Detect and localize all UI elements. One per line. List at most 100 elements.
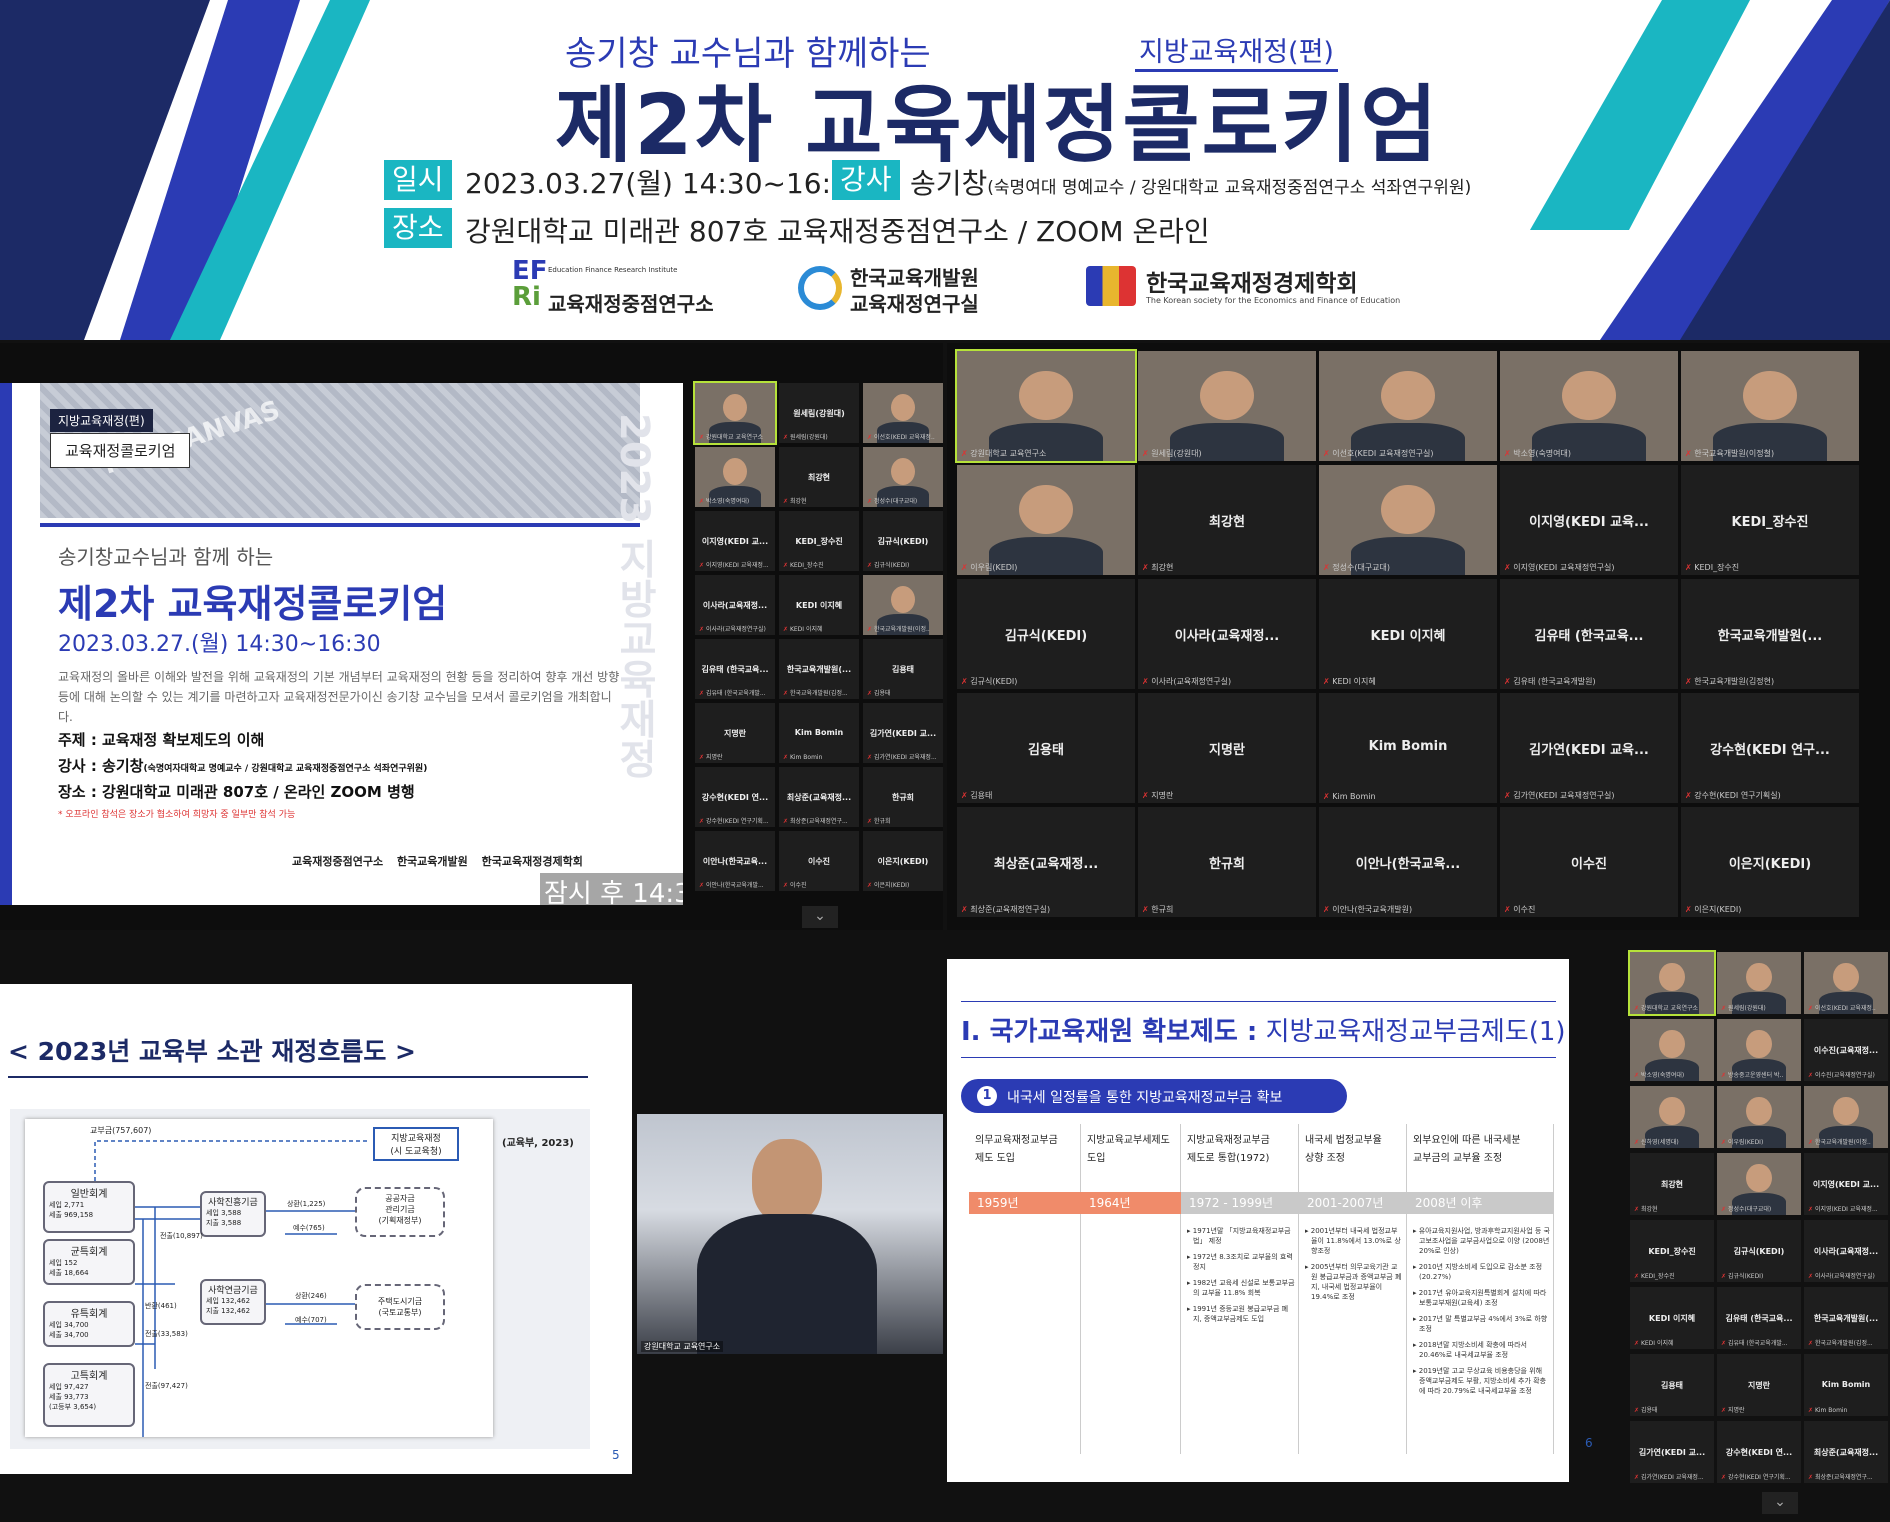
participant-tile[interactable]: 이지영(KEDI 교... 이지영(KEDI 교육재정... [1804,1153,1888,1215]
participant-name: 한규희 [1209,857,1245,873]
participant-tile[interactable]: 한국교육개발원(... 한국교육개발원(김정... [1804,1287,1888,1349]
participant-tile[interactable]: 한국교육개발원(... 한국교육개발원(김정... [779,639,859,699]
participant-tile[interactable]: 강원대학교 교육연구소 [955,349,1137,463]
participant-tile[interactable]: Kim Bomin Kim Bomin [779,703,859,763]
participant-video-face [723,393,747,421]
participant-tile[interactable]: 최강현최강현 [1138,465,1316,575]
participant-label: Kim Bomin [1808,1407,1847,1414]
participant-tile[interactable]: 이사라(교육재정... 이사라(교육재정연구실) [695,575,775,635]
participant-tile[interactable]: 이은지(KEDI) 이은지(KEDI) [863,831,943,891]
participant-tile[interactable]: 최상준(교육재정... 최상준(교육재정연구실) [957,807,1135,917]
participant-tile[interactable]: 이수진이수진 [1500,807,1678,917]
participant-tile[interactable]: 김용태김용태 [863,639,943,699]
participant-tile[interactable]: 이우림(KEDI) [957,465,1135,575]
participant-tile[interactable]: 박소영(숙명여대) [695,447,775,507]
participant-label: 박소영(숙명여대) [1634,1070,1684,1079]
participant-label: 최강현 [1634,1204,1658,1213]
participant-tile[interactable]: 박소영(숙명여대) [1500,351,1678,461]
participant-tile[interactable]: Kim Bomin Kim Bomin [1319,693,1497,803]
participant-tile[interactable]: 김규식(KEDI) 김규식(KEDI) [863,511,943,571]
participant-video-face [1746,963,1772,992]
participant-tile[interactable]: 이지영(KEDI 교... 이지영(KEDI 교육재정... [695,511,775,571]
participant-label: KEDI 이지혜 [1634,1338,1674,1347]
participant-tile[interactable]: 정성수(대구교대) [863,447,943,507]
participant-tile[interactable]: 한규희한규희 [863,767,943,827]
participant-tile[interactable]: 강수현(KEDI 연... 강수현(KEDI 연구기획... [1717,1421,1801,1483]
participant-name: 이사라(교육재정... [1813,1247,1879,1257]
participant-tile[interactable]: 지명란지명란 [1717,1354,1801,1416]
participant-tile[interactable]: 김유태 (한국교육... 김유태 (한국교육개발원) [1500,579,1678,689]
participant-tile[interactable]: 최상준(교육재정... 최상준(교육재정연구... [779,767,859,827]
participant-tile[interactable]: 한규희한규희 [1138,807,1316,917]
participant-label: 이선호(KEDI 교육재정연구실) [1323,448,1433,459]
participant-tile[interactable]: 한국교육개발원(이정.. [1804,1086,1888,1148]
slide-topic: 주제 : 교육재정 확보제도의 이해 [58,731,265,749]
participant-tile[interactable]: 정성수(대구교대) [1717,1153,1801,1215]
presenter-body [697,1214,877,1354]
participant-tile[interactable]: KEDI 이지혜 KEDI 이지혜 [1630,1287,1714,1349]
participant-tile[interactable]: 김용태김용태 [1630,1354,1714,1416]
participant-tile[interactable]: 이지영(KEDI 교육... 이지영(KEDI 교육재정연구실) [1500,465,1678,575]
participant-tile[interactable]: 이수진(교육재정... 이수진(교육재정연구실) [1804,1019,1888,1081]
participant-name: 최강현 [1660,1180,1684,1190]
participant-tile[interactable]: 김가연(KEDI 교육... 김가연(KEDI 교육재정연구실) [1500,693,1678,803]
participant-tile[interactable]: 김용태김용태 [957,693,1135,803]
participant-tile[interactable]: 이선호(KEDI 교육재정.. [1804,952,1888,1014]
participant-tile[interactable]: 강원대학교 교육연구소 [693,381,777,445]
participant-tile[interactable]: 강수현(KEDI 연구... 강수현(KEDI 연구기획실) [1681,693,1859,803]
participant-tile[interactable]: 방송중고운영센터 박.. [1717,1019,1801,1081]
participant-tile[interactable]: 이안나(한국교육... 이안나(한국교육개발원) [1319,807,1497,917]
participant-tile[interactable]: 이사라(교육재정... 이사라(교육재정연구실) [1138,579,1316,689]
participant-tile[interactable]: 한국교육개발원(... 한국교육개발원(김정현) [1681,579,1859,689]
participant-tile[interactable]: 강원대학교 교육연구소 [1628,950,1716,1016]
participant-name: 이안나(한국교육... [702,857,768,867]
slide-logo-society: 한국교육재정경제학회 [481,855,583,868]
participant-tile[interactable]: KEDI 이지혜 KEDI 이지혜 [1319,579,1497,689]
slide-overlay-text: 잠시 후 14:30 [540,873,683,905]
participant-name: 강수현(KEDI 연구... [1710,743,1830,759]
participant-tile[interactable]: 이수진이수진 [779,831,859,891]
participant-tile[interactable]: 김유태 (한국교육... 김유태 (한국교육개발... [695,639,775,699]
kedi-icon [798,266,842,310]
participant-tile[interactable]: 김가연(KEDI 교... 김가연(KEDI 교육재정... [863,703,943,763]
participant-tile[interactable]: 최상준(교육재정... 최상준(교육재정연구... [1804,1421,1888,1483]
participant-tile[interactable]: 한국교육개발원(이정철) [1681,351,1859,461]
participant-tile[interactable]: KEDI 이지혜 KEDI 이지혜 [779,575,859,635]
participant-name: 이수진 [1571,857,1607,873]
participant-tile[interactable]: KEDI_장수진 KEDI_장수진 [1681,465,1859,575]
participant-label: 이은지(KEDI) [867,880,909,889]
participant-tile[interactable]: 이은지(KEDI) 이은지(KEDI) [1681,807,1859,917]
participant-tile[interactable]: 원세림(강원대) [1717,952,1801,1014]
participant-label: 최강현 [783,496,807,505]
participant-tile[interactable]: 강수현(KEDI 연... 강수현(KEDI 연구기획... [695,767,775,827]
participant-tile[interactable]: 김규식(KEDI) 김규식(KEDI) [957,579,1135,689]
event-banner: 송기창 교수님과 함께하는 지방교육재정(편) 제2차 교육재정콜로키엄 일시 … [0,0,1890,340]
participant-tile[interactable]: 한국교육개발원(이정.. [863,575,943,635]
participant-tile[interactable]: 최강현최강현 [1630,1153,1714,1215]
participant-tile[interactable]: 원세림(강원대) [1138,351,1316,461]
participant-tile[interactable]: 이우림(KEDI) [1717,1086,1801,1148]
participant-tile[interactable]: KEDI_장수진 KEDI_장수진 [779,511,859,571]
participant-tile[interactable]: 지명란지명란 [1138,693,1316,803]
participant-tile[interactable]: 원세림(강원대) 원세림(강원대) [779,383,859,443]
participant-label: Kim Bomin [783,754,822,761]
participant-tile[interactable]: 이선호(KEDI 교육재정연구실) [1319,351,1497,461]
participant-tile[interactable]: 신하영(세명대) [1630,1086,1714,1148]
participant-tile[interactable]: Kim Bomin Kim Bomin [1804,1354,1888,1416]
gallery-scroll-button-2[interactable]: ⌄ [1762,1492,1798,1514]
participant-tile[interactable]: 김규식(KEDI) 김규식(KEDI) [1717,1220,1801,1282]
participant-tile[interactable]: 김가연(KEDI 교... 김가연(KEDI 교육재정... [1630,1421,1714,1483]
participant-tile[interactable]: 최강현최강현 [779,447,859,507]
participant-tile[interactable]: 이사라(교육재정... 이사라(교육재정연구실) [1804,1220,1888,1282]
society-name: 한국교육재정경제학회 [1146,271,1358,297]
participant-tile[interactable]: 김유태 (한국교육... 김유태 (한국교육개발... [1717,1287,1801,1349]
gallery-scroll-button[interactable]: ⌄ [802,906,838,928]
participant-tile[interactable]: 이안나(한국교육... 이안나(한국교육개발... [695,831,775,891]
participant-label: 최상준(교육재정연구... [783,816,848,825]
participant-tile[interactable]: 지명란지명란 [695,703,775,763]
participant-tile[interactable]: 정성수(대구교대) [1319,465,1497,575]
participant-tile[interactable]: KEDI_장수진 KEDI_장수진 [1630,1220,1714,1282]
participant-tile[interactable]: 이선호(KEDI 교육재정.. [863,383,943,443]
higher-account: 고특회계 세입 97,427 세출 93,773 (고등부 3,654) [43,1363,135,1427]
participant-tile[interactable]: 박소영(숙명여대) [1630,1019,1714,1081]
